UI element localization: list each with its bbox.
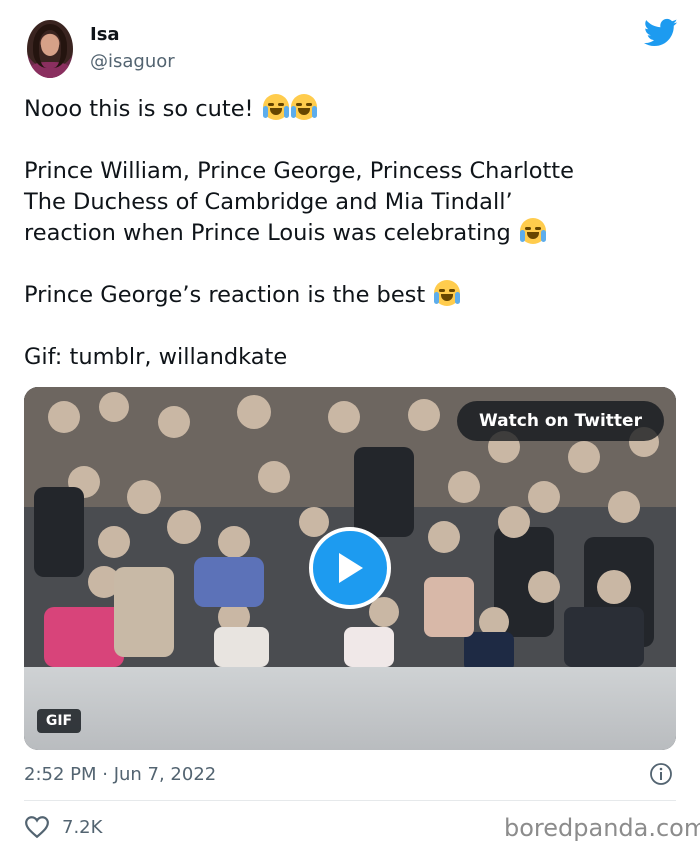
tweet-line: reaction when Prince Louis was celebrati… — [24, 218, 674, 249]
info-icon[interactable] — [649, 762, 673, 786]
tweet-text: Nooo this is so cute! Prince William, Pr… — [24, 94, 674, 373]
tears-of-joy-emoji — [434, 280, 461, 306]
watch-on-twitter-button[interactable]: Watch on Twitter — [457, 401, 664, 441]
tweet-line: The Duchess of Cambridge and Mia Tindall… — [24, 189, 513, 215]
heart-icon[interactable] — [24, 815, 50, 839]
divider — [24, 800, 676, 801]
barrier — [24, 667, 676, 750]
like-count: 7.2K — [62, 817, 103, 838]
gif-badge: GIF — [37, 709, 81, 733]
twitter-bird-icon[interactable] — [644, 18, 678, 48]
avatar[interactable] — [27, 20, 73, 78]
tweet-line: Prince George’s reaction is the best — [24, 280, 674, 311]
gif-media[interactable]: Watch on Twitter GIF — [24, 387, 676, 750]
watermark: boredpanda.com — [504, 814, 700, 842]
tweet-line: Nooo this is so cute! — [24, 94, 674, 125]
loudly-crying-face-emoji — [290, 94, 317, 120]
tweet-line: Prince William, Prince George, Princess … — [24, 158, 574, 184]
tweet-line: Gif: tumblr, willandkate — [24, 344, 288, 370]
play-icon — [339, 553, 363, 583]
author-name[interactable]: Isa — [90, 24, 120, 45]
tweet-timestamp[interactable]: 2:52 PM · Jun 7, 2022 — [24, 764, 216, 785]
play-button[interactable] — [309, 527, 391, 609]
loudly-crying-face-emoji — [262, 94, 289, 120]
tears-of-joy-emoji — [519, 218, 546, 244]
author-handle[interactable]: @isaguor — [90, 51, 175, 72]
